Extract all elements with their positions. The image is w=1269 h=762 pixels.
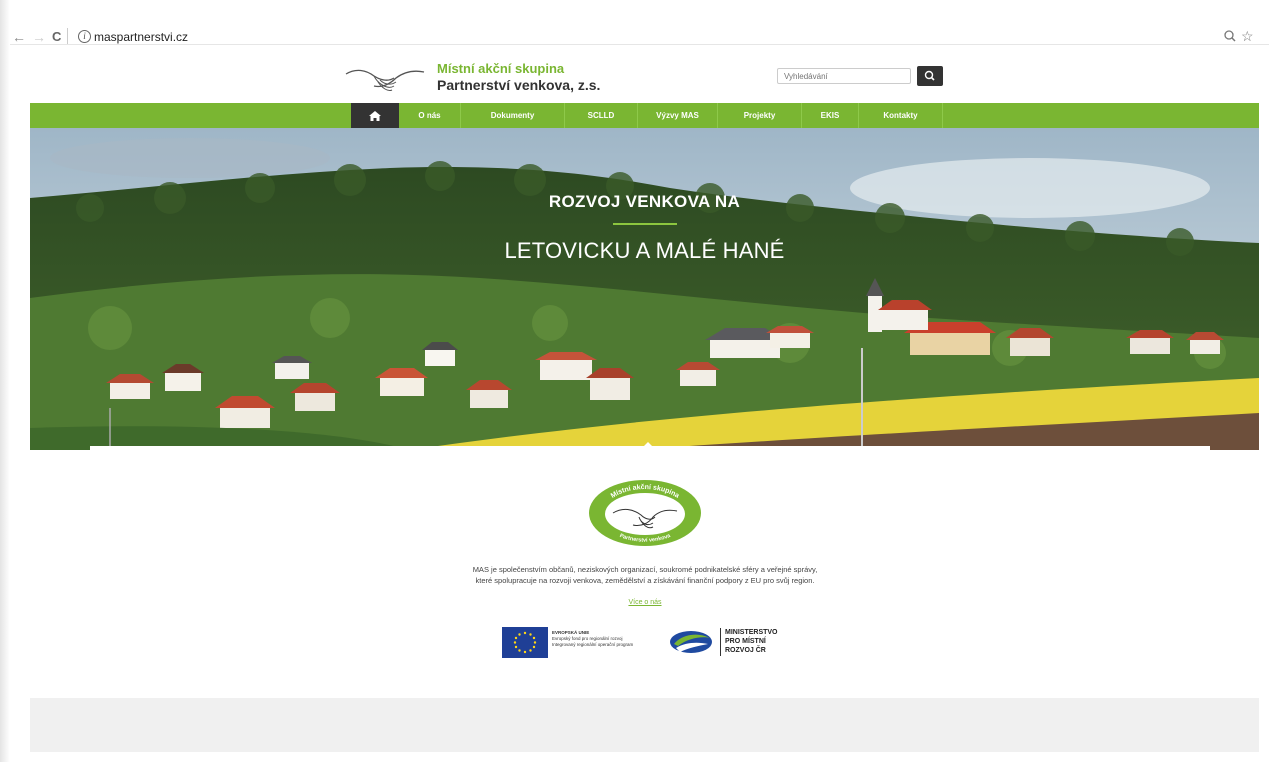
handshake-icon[interactable] <box>344 60 426 96</box>
nav-item-dokumenty[interactable]: Dokumenty <box>461 103 565 128</box>
mas-logo[interactable]: Místní akční skupina Partnerství venkova <box>583 477 707 549</box>
search-button[interactable] <box>917 66 943 86</box>
site-title-line1[interactable]: Místní akční skupina <box>437 61 564 76</box>
home-icon <box>369 111 381 121</box>
page-shadow-edge <box>0 0 10 762</box>
eu-caption-line3: Integrovaný regionální operační program <box>552 642 634 647</box>
browser-toolbar <box>10 0 1269 45</box>
site-title-line2[interactable]: Partnerství venkova, z.s. <box>437 77 600 93</box>
zoom-icon[interactable] <box>1224 30 1236 42</box>
eu-caption: EVROPSKÁ UNIE Evropský fond pro regionál… <box>552 630 662 648</box>
mmr-caption-line1: MINISTERSTVO <box>725 629 778 636</box>
reload-icon[interactable]: C <box>52 30 61 44</box>
hero-image <box>30 128 1259 450</box>
address-bar[interactable]: maspartnerstvi.cz <box>94 30 188 44</box>
nav-home[interactable] <box>351 103 399 128</box>
mmr-logo-icon[interactable] <box>668 628 714 656</box>
more-about-link[interactable]: Více o nás <box>620 599 670 606</box>
toolbar-separator <box>67 28 68 44</box>
mmr-separator <box>720 628 721 656</box>
search-input[interactable] <box>777 68 911 84</box>
mmr-caption-line2: PRO MÍSTNÍ <box>725 638 766 645</box>
nav-item-vyzvy-mas[interactable]: Výzvy MAS <box>638 103 718 128</box>
about-description: MAS je společenstvím občanů, neziskových… <box>472 565 818 585</box>
nav-item-ekis[interactable]: EKIS <box>802 103 859 128</box>
search-icon <box>924 70 935 81</box>
mmr-caption: MINISTERSTVO PRO MÍSTNÍ ROZVOJ ČR <box>725 628 778 655</box>
eu-flag-icon[interactable] <box>502 627 548 658</box>
bookmark-star-icon[interactable]: ☆ <box>1241 28 1254 45</box>
info-icon[interactable]: i <box>78 30 91 43</box>
nav-item-o-nas[interactable]: O nás <box>399 103 461 128</box>
nav-item-sclld[interactable]: SCLLD <box>565 103 638 128</box>
hero-arrow <box>640 442 656 450</box>
back-icon[interactable]: ← <box>12 30 26 44</box>
footer <box>30 698 1259 752</box>
mmr-caption-line3: ROZVOJ ČR <box>725 647 766 654</box>
hero-title-line1: ROZVOJ VENKOVA NA <box>548 192 741 211</box>
forward-icon[interactable]: → <box>32 30 46 44</box>
nav-item-kontakty[interactable]: Kontakty <box>859 103 943 128</box>
nav-item-projekty[interactable]: Projekty <box>718 103 802 128</box>
hero-divider <box>613 223 677 225</box>
hero-title-line2: LETOVICKU A MALÉ HANÉ <box>504 238 785 263</box>
